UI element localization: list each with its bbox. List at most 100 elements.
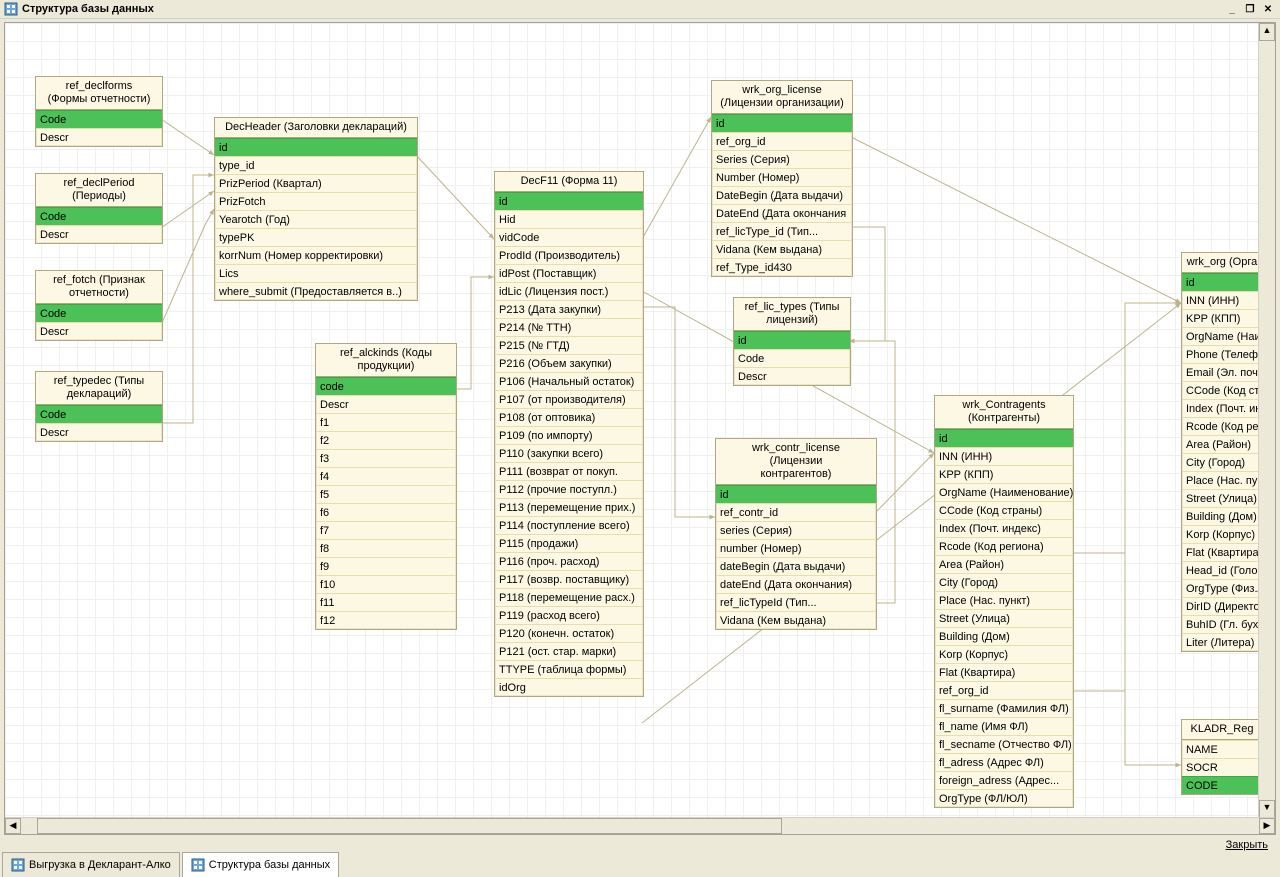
scroll-up-icon[interactable]: ▲ [1259,23,1275,41]
table-field[interactable]: Flat (Квартира) [935,663,1073,681]
pk-field[interactable]: Code [36,304,162,322]
table-field[interactable]: where_submit (Предоставляется в..) [215,282,417,300]
table-field[interactable]: OrgType (ФЛ/ЮЛ) [935,789,1073,807]
close-link[interactable]: Закрыть [1226,839,1268,851]
table-field[interactable]: fl_secname (Отчество ФЛ) [935,735,1073,753]
table-field[interactable]: Descr [316,395,456,413]
table-field[interactable]: ref_Type_id430 [712,258,852,276]
db-table-DecHeader[interactable]: DecHeader (Заголовки деклараций)idtype_i… [214,117,418,301]
db-table-ref_declforms[interactable]: ref_declforms(Формы отчетности)CodeDescr [35,76,163,147]
table-field[interactable]: Lics [215,264,417,282]
table-field[interactable]: P214 (№ ТТН) [495,318,643,336]
table-field[interactable]: ref_licType_id (Тип... [712,222,852,240]
table-field[interactable]: number (Номер) [716,539,876,557]
table-field[interactable]: Area (Район) [935,555,1073,573]
db-table-ref_alckinds[interactable]: ref_alckinds (Кодыпродукции)codeDescrf1f… [315,343,457,630]
table-field[interactable]: DateBegin (Дата выдачи) [712,186,852,204]
table-field[interactable]: OrgName (Наименование) [935,483,1073,501]
db-table-wrk_Contragents[interactable]: wrk_Contragents(Контрагенты)idINN (ИНН)K… [934,395,1074,808]
table-field[interactable]: ref_contr_id [716,503,876,521]
table-field[interactable]: ref_licTypeId (Тип... [716,593,876,611]
table-field[interactable]: f9 [316,557,456,575]
table-field[interactable]: P108 (от оптовика) [495,408,643,426]
pk-field[interactable]: id [215,138,417,156]
table-field[interactable]: ref_org_id [712,132,852,150]
table-field[interactable]: Descr [36,423,162,441]
table-field[interactable]: fl_surname (Фамилия ФЛ) [935,699,1073,717]
tab[interactable]: Выгрузка в Декларант-Алко [2,852,180,877]
table-field[interactable]: OrgType (Физ./ [1182,579,1262,597]
table-field[interactable]: P117 (возвр. поставщику) [495,570,643,588]
scroll-down-icon[interactable]: ▼ [1259,800,1275,818]
table-field[interactable]: Hid [495,210,643,228]
table-field[interactable]: DirID (Директор [1182,597,1262,615]
table-field[interactable]: Vidana (Кем выдана) [716,611,876,629]
table-field[interactable]: TTYPE (таблица формы) [495,660,643,678]
table-field[interactable]: f7 [316,521,456,539]
table-field[interactable]: Rcode (Код рег [1182,417,1262,435]
vertical-scrollbar[interactable]: ▲ ▼ [1258,23,1275,818]
db-table-DecF11[interactable]: DecF11 (Форма 11)idHidvidCodeProdId (Про… [494,171,644,697]
table-field[interactable]: INN (ИНН) [1182,291,1262,309]
pk-field[interactable]: id [734,331,850,349]
table-field[interactable]: Flat (Квартира) [1182,543,1262,561]
scroll-left-icon[interactable]: ◀ [5,818,21,834]
table-field[interactable]: P115 (продажи) [495,534,643,552]
tab[interactable]: Структура базы данных [182,852,339,877]
pk-field[interactable]: id [1182,273,1262,291]
db-table-wrk_contr_license[interactable]: wrk_contr_license(Лицензииконтрагентов)i… [715,438,877,630]
pk-field[interactable]: id [495,192,643,210]
table-field[interactable]: idPost (Поставщик) [495,264,643,282]
pk-field[interactable]: Code [36,207,162,225]
table-field[interactable]: P119 (расход всего) [495,606,643,624]
table-field[interactable]: P121 (ост. стар. марки) [495,642,643,660]
table-field[interactable]: Liter (Литера) [1182,633,1262,651]
table-field[interactable]: Phone (Телефо [1182,345,1262,363]
pk-field[interactable]: code [316,377,456,395]
table-field[interactable]: BuhID (Гл. бухг [1182,615,1262,633]
table-field[interactable]: Street (Улица) [935,609,1073,627]
table-field[interactable]: Descr [734,367,850,385]
table-field[interactable]: Place (Нас. пун [1182,471,1262,489]
table-field[interactable]: Vidana (Кем выдана) [712,240,852,258]
table-field[interactable]: SOCR [1182,758,1262,776]
table-field[interactable]: City (Город) [1182,453,1262,471]
table-field[interactable]: P116 (проч. расход) [495,552,643,570]
db-table-ref_declPeriod[interactable]: ref_declPeriod(Периоды)CodeDescr [35,173,163,244]
table-field[interactable]: PrizFotch [215,192,417,210]
maximize-button[interactable]: ❐ [1242,2,1258,16]
table-field[interactable]: dateBegin (Дата выдачи) [716,557,876,575]
table-field[interactable]: Korp (Корпус) [935,645,1073,663]
table-field[interactable]: P215 (№ ГТД) [495,336,643,354]
table-field[interactable]: Email (Эл. почта [1182,363,1262,381]
table-field[interactable]: P106 (Начальный остаток) [495,372,643,390]
pk-field[interactable]: CODE [1182,776,1262,794]
table-field[interactable]: f10 [316,575,456,593]
table-field[interactable]: Code [734,349,850,367]
table-field[interactable]: P213 (Дата закупки) [495,300,643,318]
table-field[interactable]: Index (Почт. ин [1182,399,1262,417]
table-field[interactable]: vidCode [495,228,643,246]
table-field[interactable]: P112 (прочие поступл.) [495,480,643,498]
table-field[interactable]: series (Серия) [716,521,876,539]
table-field[interactable]: foreign_adress (Адрес... [935,771,1073,789]
table-field[interactable]: Number (Номер) [712,168,852,186]
table-field[interactable]: f4 [316,467,456,485]
table-field[interactable]: P216 (Объем закупки) [495,354,643,372]
table-field[interactable]: P120 (конечн. остаток) [495,624,643,642]
table-field[interactable]: Descr [36,128,162,146]
table-field[interactable]: Yearotch (Год) [215,210,417,228]
table-field[interactable]: Rcode (Код региона) [935,537,1073,555]
table-field[interactable]: P110 (закупки всего) [495,444,643,462]
table-field[interactable]: dateEnd (Дата окончания) [716,575,876,593]
table-field[interactable]: fl_adress (Адрес ФЛ) [935,753,1073,771]
pk-field[interactable]: id [935,429,1073,447]
table-field[interactable]: f3 [316,449,456,467]
table-field[interactable]: P111 (возврат от покуп. [495,462,643,480]
table-field[interactable]: NAME [1182,740,1262,758]
db-table-wrk_org[interactable]: wrk_org (ОргаidINN (ИНН)KPP (КПП)OrgName… [1181,252,1263,652]
table-field[interactable]: P109 (по импорту) [495,426,643,444]
table-field[interactable]: Street (Улица) [1182,489,1262,507]
table-field[interactable]: CCode (Код страны) [935,501,1073,519]
table-field[interactable]: Building (Дом) [935,627,1073,645]
